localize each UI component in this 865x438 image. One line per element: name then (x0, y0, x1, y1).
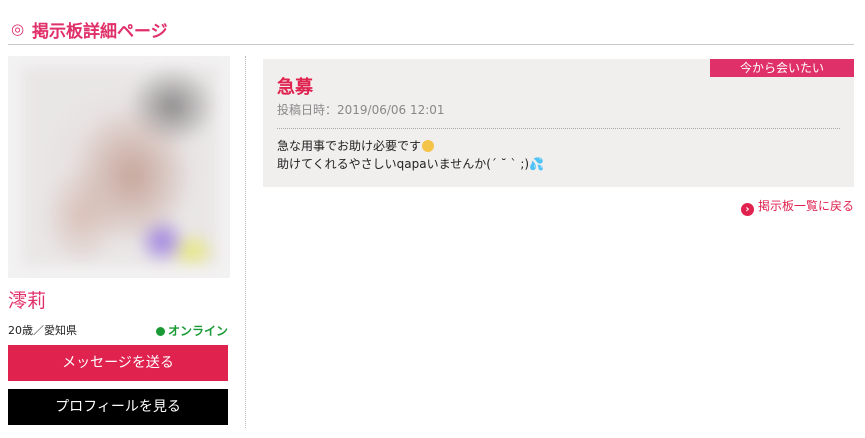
profile-sidebar: 澪莉 20歳／愛知県 オンライン メッセージを送る プロフィールを見る (8, 56, 230, 425)
blurred-avatar-image (22, 66, 218, 266)
post-date: 投稿日時：2019/06/06 12:01 (277, 103, 445, 117)
bullseye-icon: ◎ (11, 20, 25, 38)
back-to-list-label: 掲示板一覧に戻る (757, 199, 854, 213)
send-message-button[interactable]: メッセージを送る (8, 345, 228, 381)
online-status: オンライン (155, 322, 228, 339)
post-separator (277, 128, 840, 129)
sweat-drops-icon: 💦 (529, 157, 545, 171)
online-dot-icon (155, 327, 165, 336)
online-label: オンライン (167, 324, 228, 338)
profile-meta: 20歳／愛知県 オンライン (8, 319, 230, 339)
age-location: 20歳／愛知県 (8, 324, 77, 337)
post-panel: 今から会いたい 急募 投稿日時：2019/06/06 12:01 急な用事でお助… (263, 59, 854, 187)
back-to-list-link[interactable]: › 掲示板一覧に戻る (740, 197, 854, 216)
post-body: 急な用事でお助け必要です 助けてくれるやさしいqapaいませんか(´ ˘ ` ;… (277, 137, 544, 173)
profile-name[interactable]: 澪莉 (8, 286, 230, 313)
view-profile-button[interactable]: プロフィールを見る (8, 389, 228, 425)
page-header: ◎ 掲示板詳細ページ (8, 14, 854, 45)
profile-photo[interactable] (8, 56, 230, 278)
worried-face-icon (422, 140, 435, 152)
chevron-right-icon: › (740, 203, 754, 216)
column-divider (245, 56, 246, 428)
page-title: 掲示板詳細ページ (32, 22, 168, 42)
post-title: 急募 (277, 77, 313, 98)
category-badge: 今から会いたい (710, 59, 854, 77)
post-line-1: 急な用事でお助け必要です (277, 137, 544, 155)
post-line-2: 助けてくれるやさしいqapaいませんか(´ ˘ ` ;)💦 (277, 157, 545, 171)
